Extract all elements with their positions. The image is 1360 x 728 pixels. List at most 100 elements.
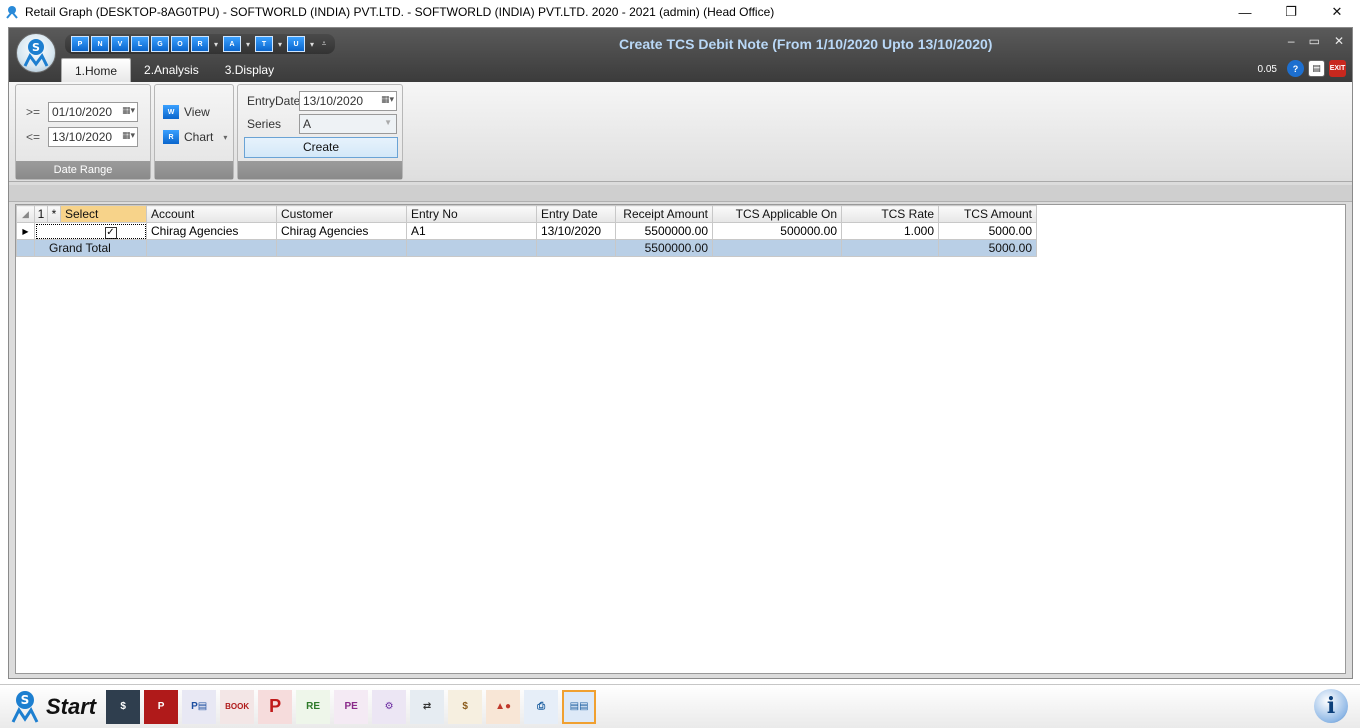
receipt-amount-cell[interactable]: 5500000.00	[615, 222, 713, 240]
ribbon-header: S P N V L G O R ▾ A ▾ T ▾ U ▾ ⩡ Create T…	[9, 28, 1352, 82]
app-menu-orb[interactable]: S	[16, 33, 56, 73]
svg-text:S: S	[32, 41, 40, 54]
window-close-button[interactable]: ✕	[1314, 0, 1360, 24]
tab-analysis[interactable]: 2.Analysis	[131, 58, 212, 82]
receipt-entry-icon[interactable]: RE	[296, 689, 331, 724]
tab-display[interactable]: 3.Display	[212, 58, 287, 82]
app-close-button[interactable]: ✕	[1334, 34, 1344, 48]
money-bag-icon[interactable]: $	[448, 689, 483, 724]
sales-icon[interactable]: $	[106, 689, 141, 724]
create-group-footer	[238, 161, 402, 179]
tcs-applicable-on-cell[interactable]: 500000.00	[712, 222, 842, 240]
entry-no-cell[interactable]: A1	[406, 222, 537, 240]
header-select[interactable]: Select	[60, 205, 147, 223]
documents-icon[interactable]: ▤▤	[562, 689, 597, 724]
qat-r-dropdown-icon[interactable]: ▾	[211, 40, 221, 49]
total-empty-cell	[841, 239, 939, 257]
total-empty-cell	[146, 239, 277, 257]
total-empty-cell	[406, 239, 537, 257]
network-icon[interactable]: ⇄	[410, 689, 445, 724]
qat-n-button[interactable]: N	[91, 36, 109, 52]
qat-a-dropdown-icon[interactable]: ▾	[243, 40, 253, 49]
stock-book-icon[interactable]: BOOK	[220, 689, 255, 724]
window-minimize-button[interactable]: —	[1222, 0, 1268, 24]
from-date-value: 01/10/2020	[52, 105, 113, 119]
entry-date-label: EntryDate	[247, 94, 301, 108]
qat-r-button[interactable]: R	[191, 36, 209, 52]
customer-cell[interactable]: Chirag Agencies	[276, 222, 407, 240]
app-minimize-button[interactable]: –	[1288, 34, 1295, 48]
header-star[interactable]: *	[47, 205, 61, 223]
header-account[interactable]: Account	[146, 205, 277, 223]
pdf-report-icon[interactable]: P	[258, 689, 293, 724]
chart-dropdown-icon[interactable]: ▾	[223, 133, 227, 142]
calendar-icon[interactable]: ▦▾	[113, 130, 135, 144]
app-frame: S P N V L G O R ▾ A ▾ T ▾ U ▾ ⩡ Create T…	[8, 27, 1353, 679]
to-date-picker[interactable]: 13/10/2020 ▦▾	[48, 127, 138, 147]
printer-icon[interactable]: ⎙	[524, 689, 559, 724]
shapes-icon[interactable]: ▲●	[486, 689, 521, 724]
select-checkbox[interactable]: ✓	[104, 226, 117, 239]
account-cell[interactable]: Chirag Agencies	[146, 222, 277, 240]
grid-corner-icon[interactable]: ◢	[16, 205, 35, 223]
table-row[interactable]: ▶ ✓ Chirag Agencies Chirag Agencies A1 1…	[16, 222, 1037, 240]
help-icon[interactable]: ?	[1287, 60, 1304, 77]
create-button[interactable]: Create	[244, 137, 398, 158]
total-empty-cell	[712, 239, 842, 257]
window-title: Retail Graph (DESKTOP-8AG0TPU) - SOFTWOR…	[25, 5, 775, 19]
header-tcs-rate[interactable]: TCS Rate	[841, 205, 939, 223]
chart-button[interactable]: R Chart ▾	[163, 130, 227, 144]
tab-home[interactable]: 1.Home	[61, 58, 132, 82]
select-cell[interactable]: ✓	[34, 222, 147, 240]
calendar-icon[interactable]: ▦▾	[372, 94, 394, 108]
qat-u-button[interactable]: U	[287, 36, 305, 52]
qat-p-button[interactable]: P	[71, 36, 89, 52]
calendar-icon[interactable]: ▦▾	[113, 105, 135, 119]
notes-icon[interactable]: ▤	[1308, 60, 1325, 77]
tools-icon[interactable]: ⚙	[372, 689, 407, 724]
from-date-picker[interactable]: 01/10/2020 ▦▾	[48, 102, 138, 122]
header-receipt-amount[interactable]: Receipt Amount	[615, 205, 713, 223]
grid-header-row: ◢ 1 * Select Account Customer Entry No E…	[16, 205, 1037, 223]
qat-g-button[interactable]: G	[151, 36, 169, 52]
header-tcs-amount[interactable]: TCS Amount	[938, 205, 1037, 223]
qat-o-button[interactable]: O	[171, 36, 189, 52]
quick-access-toolbar: P N V L G O R ▾ A ▾ T ▾ U ▾ ⩡	[65, 34, 335, 54]
tcs-rate-cell[interactable]: 1.000	[841, 222, 939, 240]
entry-date-cell[interactable]: 13/10/2020	[536, 222, 616, 240]
purchase-icon[interactable]: P	[144, 689, 179, 724]
start-button[interactable]: S Start	[10, 690, 96, 724]
qat-u-dropdown-icon[interactable]: ▾	[307, 40, 317, 49]
series-label: Series	[247, 117, 282, 131]
header-entry-no[interactable]: Entry No	[406, 205, 537, 223]
series-value: A	[303, 117, 312, 131]
info-icon[interactable]: i	[1314, 689, 1348, 723]
qat-t-button[interactable]: T	[255, 36, 273, 52]
total-receipt-amount: 5500000.00	[615, 239, 713, 257]
create-group: EntryDate 13/10/2020 ▦▾ Series A ▼ Creat…	[237, 84, 403, 180]
chart-icon: R	[163, 130, 179, 144]
app-restore-button[interactable]: ▭	[1309, 34, 1320, 48]
entry-date-picker[interactable]: 13/10/2020 ▦▾	[299, 91, 397, 111]
qat-l-button[interactable]: L	[131, 36, 149, 52]
header-num[interactable]: 1	[34, 205, 48, 223]
window-maximize-button[interactable]: ❐	[1268, 0, 1314, 24]
qat-v-button[interactable]: V	[111, 36, 129, 52]
total-spacer-cell	[16, 239, 35, 257]
header-customer[interactable]: Customer	[276, 205, 407, 223]
payment-entry-icon[interactable]: PE	[334, 689, 369, 724]
qat-a-button[interactable]: A	[223, 36, 241, 52]
series-select[interactable]: A ▼	[299, 114, 397, 134]
payment-icon[interactable]: P▤	[182, 689, 217, 724]
window-titlebar: Retail Graph (DESKTOP-8AG0TPU) - SOFTWOR…	[0, 0, 1360, 24]
date-range-group: >= 01/10/2020 ▦▾ <= 13/10/2020 ▦▾ Date R…	[15, 84, 151, 180]
header-tcs-applicable-on[interactable]: TCS Applicable On	[712, 205, 842, 223]
qat-customize-icon[interactable]: ⩡	[319, 39, 329, 49]
tcs-amount-cell[interactable]: 5000.00	[938, 222, 1037, 240]
qat-t-dropdown-icon[interactable]: ▾	[275, 40, 285, 49]
view-group-footer	[155, 161, 233, 179]
exit-icon[interactable]: EXIT	[1329, 60, 1346, 77]
header-entry-date[interactable]: Entry Date	[536, 205, 616, 223]
grand-total-row: Grand Total 5500000.00 5000.00	[16, 239, 1037, 257]
view-button[interactable]: W View	[163, 105, 210, 119]
